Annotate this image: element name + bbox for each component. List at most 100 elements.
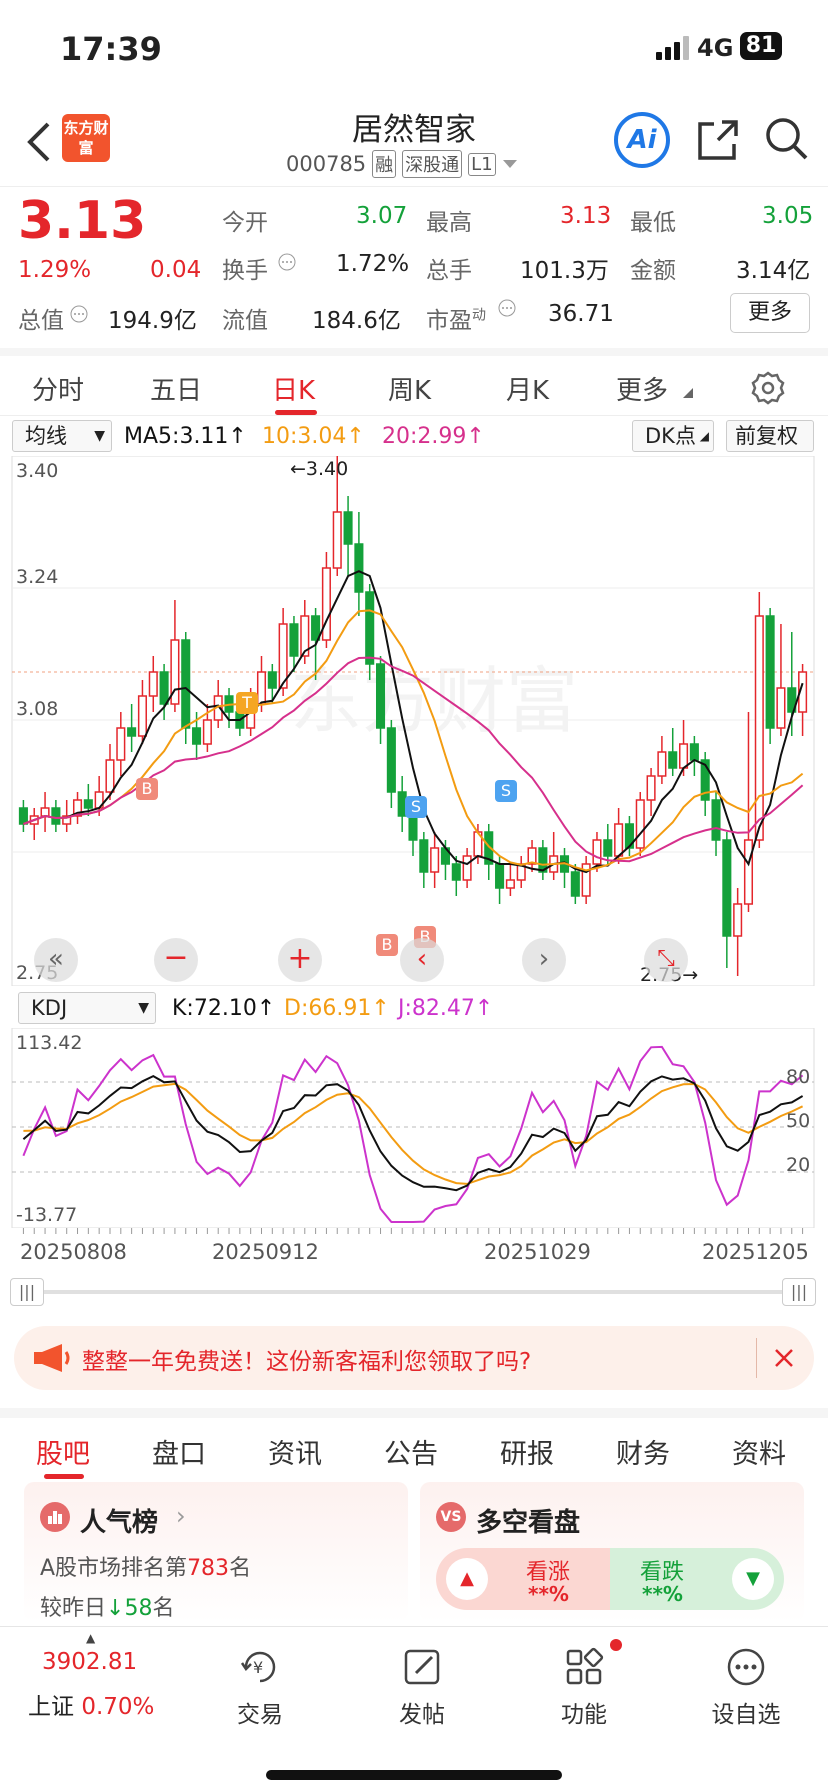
tab-profile[interactable]: 资料 — [732, 1432, 786, 1471]
buy-marker[interactable]: B — [136, 778, 158, 800]
tab-news[interactable]: 资讯 — [268, 1432, 322, 1471]
fullscreen-icon[interactable]: ⤡ — [644, 938, 688, 982]
candle-body — [430, 847, 440, 873]
nav-features[interactable]: 功能 — [524, 1639, 644, 1729]
date-label: 20251029 — [484, 1240, 591, 1264]
tab-monthly-k[interactable]: 月K — [506, 370, 549, 407]
adjust-button[interactable]: 前复权 — [726, 420, 814, 452]
candle-body — [321, 567, 331, 641]
share-icon[interactable] — [696, 118, 740, 162]
tab-more[interactable]: 更多 — [616, 370, 668, 407]
total-mv-label: 总值 — [18, 308, 64, 334]
content-tabs: 股吧 盘口 资讯 公告 研报 财务 资料 — [0, 1408, 828, 1479]
candle-body — [646, 775, 656, 801]
tab-research[interactable]: 研报 — [500, 1432, 554, 1471]
dk-point-button[interactable]: DK点 ◢ — [632, 420, 714, 452]
open-label: 今开 — [222, 210, 268, 236]
candle-body — [40, 807, 50, 817]
candle-body — [289, 623, 299, 657]
sell-marker[interactable]: S — [405, 796, 427, 818]
ai-button[interactable]: Ai — [614, 112, 670, 168]
slider-right-handle[interactable]: ||| — [782, 1278, 816, 1306]
candle-body — [137, 695, 147, 737]
quote-panel: 3.13 1.29% 0.04 总值 194.9亿 今开 3.07 最高 3.1… — [0, 186, 828, 346]
info-icon[interactable] — [70, 305, 88, 323]
info-icon[interactable] — [498, 299, 516, 317]
active-tab-indicator — [275, 410, 317, 415]
candle-body — [733, 903, 743, 937]
bear-button[interactable]: 看跌 **% ▼ — [610, 1548, 784, 1610]
candle-body — [614, 823, 624, 857]
t-marker[interactable]: T — [236, 692, 258, 714]
stock-code-line: 000785 融 深股通 L1 — [286, 150, 518, 178]
more-dots-icon — [727, 1648, 765, 1686]
kdj-level-80: 80 — [786, 1066, 811, 1088]
tab-forum[interactable]: 股吧 — [36, 1432, 90, 1471]
kdj-svg — [11, 1028, 815, 1228]
status-time: 17:39 — [60, 30, 162, 68]
candle-body — [105, 759, 115, 793]
candle-body — [505, 879, 515, 889]
scroll-right-icon[interactable]: › — [522, 938, 566, 982]
sell-marker[interactable]: S — [495, 780, 517, 802]
float-mv: 184.6亿 — [312, 308, 401, 334]
pe-value: 36.71 — [548, 301, 614, 327]
tag-connect: 深股通 — [402, 150, 463, 178]
tab-weekly-k[interactable]: 周K — [388, 370, 431, 407]
network-type: 4G — [697, 34, 734, 62]
kline-chart[interactable]: 东方财富 3.40 3.24 3.08 2.75 ←3.40 2.75→ B T… — [0, 456, 828, 986]
buy-marker[interactable]: B — [376, 934, 398, 956]
search-icon[interactable] — [764, 116, 810, 162]
summary-cards: 人气榜 › A股市场排名第783名 较昨日↓58名 VS 多空看盘 ▲ 看涨 *… — [0, 1474, 828, 1624]
kdj-select[interactable]: KDJ ▼ — [18, 992, 156, 1024]
tab-intraday[interactable]: 分时 — [32, 370, 84, 407]
scroll-left-fast-icon[interactable]: « — [34, 938, 78, 982]
candle-body — [202, 719, 212, 745]
nav-trade[interactable]: ¥ 交易 — [200, 1645, 320, 1729]
turnover-label: 换手 — [222, 258, 268, 284]
candle-body — [127, 727, 137, 737]
slider-left-handle[interactable]: ||| — [10, 1278, 44, 1306]
kdj-k-value: K:72.10↑ — [172, 996, 276, 1021]
indicator-select[interactable]: 均线 ▼ — [12, 420, 112, 452]
tab-financials[interactable]: 财务 — [616, 1432, 670, 1471]
candle-body — [256, 671, 267, 705]
amount-value: 3.14亿 — [736, 258, 811, 284]
compose-icon — [404, 1649, 440, 1685]
bottom-nav: ▲ 3902.81 上证 0.70% ¥ 交易 发帖 功能 设自选 — [0, 1626, 828, 1792]
bull-button[interactable]: ▲ 看涨 **% — [436, 1548, 616, 1610]
bullbear-card[interactable]: VS 多空看盘 ▲ 看涨 **% 看跌 **% ▼ — [420, 1482, 804, 1622]
tab-daily-k[interactable]: 日K — [272, 370, 315, 407]
kdj-chart[interactable]: 113.42 -13.77 80 50 20 — [0, 1028, 828, 1228]
tab-five-day[interactable]: 五日 — [150, 370, 202, 407]
candle-body — [451, 863, 461, 881]
candle-body — [668, 751, 678, 769]
grid-icon — [566, 1647, 604, 1685]
candle-body — [365, 591, 375, 665]
info-icon[interactable] — [278, 253, 296, 271]
index-value[interactable]: 3902.81 — [42, 1649, 137, 1675]
zoom-in-icon[interactable]: + — [278, 938, 322, 982]
vs-icon: VS — [436, 1502, 466, 1532]
turnover-value: 1.72% — [336, 251, 410, 277]
popularity-rank: A股市场排名第783名 — [40, 1556, 252, 1581]
tab-announcements[interactable]: 公告 — [384, 1432, 438, 1471]
more-button[interactable]: 更多 — [730, 293, 810, 333]
settings-gear-icon[interactable] — [750, 370, 786, 406]
scroll-left-icon[interactable]: ‹ — [400, 938, 444, 982]
zoom-out-icon[interactable]: − — [154, 938, 198, 982]
dropdown-icon[interactable] — [502, 159, 518, 169]
tab-orderbook[interactable]: 盘口 — [152, 1432, 206, 1471]
trade-icon: ¥ — [240, 1651, 276, 1683]
promo-banner[interactable]: 整整一年免费送！这份新客福利您领取了吗? — [14, 1326, 814, 1390]
kdj-d-line — [23, 1082, 804, 1185]
banner-divider — [756, 1338, 757, 1378]
ranking-icon — [40, 1502, 70, 1532]
nav-watchlist[interactable]: 设自选 — [686, 1645, 806, 1729]
candle-body — [18, 807, 28, 825]
range-slider[interactable]: ||| ||| — [10, 1276, 816, 1308]
popularity-card[interactable]: 人气榜 › A股市场排名第783名 较昨日↓58名 — [24, 1482, 408, 1622]
index-line[interactable]: 上证 0.70% — [28, 1687, 154, 1721]
nav-post[interactable]: 发帖 — [362, 1645, 482, 1729]
close-icon[interactable] — [774, 1348, 794, 1368]
